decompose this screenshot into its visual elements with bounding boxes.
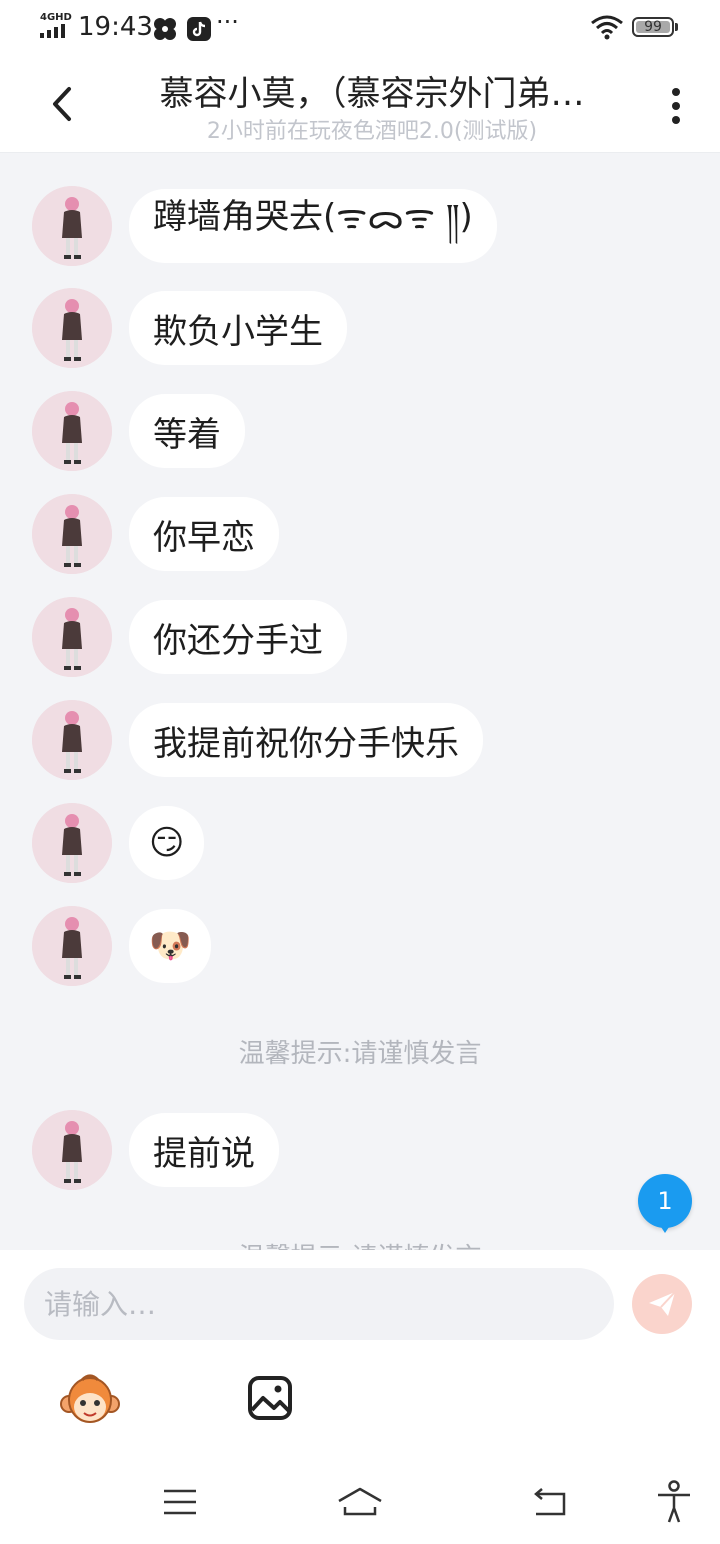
status-bar: 4GHD 19:43 ··· 99 [0, 0, 720, 56]
avatar-image [32, 906, 112, 986]
avatar-image [32, 700, 112, 780]
battery-icon: 99 [632, 17, 674, 37]
avatar[interactable] [32, 597, 112, 677]
avatar[interactable] [32, 494, 112, 574]
message-bubble[interactable]: 蹲墙角哭去(ᯤᯅᯤ ༎) [129, 189, 497, 263]
message-row: 😏 [32, 803, 205, 883]
avatar[interactable] [32, 1110, 112, 1190]
message-row: 我提前祝你分手快乐 [32, 700, 483, 780]
chat-subtitle: 2小时前在玩夜色酒吧2.0(测试版) [206, 119, 538, 144]
avatar-image [32, 597, 112, 677]
message-input[interactable] [24, 1268, 614, 1340]
home-button[interactable] [336, 1478, 384, 1526]
send-button[interactable] [632, 1274, 692, 1334]
emoji-message-bubble[interactable]: 😏 [129, 806, 205, 880]
chat-header: 慕容小莫，（慕容宗外门弟… 2小时前在玩夜色酒吧2.0(测试版) [0, 56, 720, 153]
avatar[interactable] [32, 391, 112, 471]
message-row: 🐶 [32, 906, 212, 986]
paper-plane-icon [649, 1291, 676, 1316]
message-row: 欺负小学生 [32, 288, 347, 368]
avatar-image [32, 1110, 112, 1190]
safety-tip: 温馨提示:请谨慎发言 [0, 1237, 720, 1250]
emoji-message-bubble[interactable]: 🐶 [129, 909, 212, 983]
battery-level: 99 [644, 19, 662, 35]
tiktok-icon [187, 17, 211, 41]
avatar-image [32, 494, 112, 574]
avatar-image [32, 186, 112, 266]
chevron-left-icon [53, 87, 71, 121]
message-bubble[interactable]: 你还分手过 [129, 600, 347, 674]
more-vertical-icon-dot [672, 88, 680, 96]
system-nav-bar [0, 1470, 720, 1544]
message-row: 蹲墙角哭去(ᯤᯅᯤ ༎) [32, 186, 497, 266]
message-bubble[interactable]: 提前说 [129, 1113, 279, 1187]
avatar[interactable] [32, 288, 112, 368]
avatar-image [32, 288, 112, 368]
message-bubble[interactable]: 等着 [129, 394, 245, 468]
home-icon [338, 1487, 382, 1516]
more-options-button[interactable] [656, 82, 696, 130]
unread-count-badge[interactable]: 1 [638, 1174, 692, 1233]
network-type: 4GHD [40, 12, 72, 23]
menu-icon [164, 1489, 196, 1515]
message-list[interactable]: 蹲墙角哭去(ᯤᯅᯤ ༎) 欺负小学生 等着 你早恋 你还分手过 我提前祝你分手快… [0, 153, 720, 1250]
more-vertical-icon-dot [672, 102, 680, 110]
message-bubble[interactable]: 我提前祝你分手快乐 [129, 703, 483, 777]
back-button[interactable] [36, 78, 88, 130]
message-row: 你还分手过 [32, 597, 347, 677]
chat-title: 慕容小莫，（慕容宗外门弟… [159, 74, 585, 114]
avatar[interactable] [32, 906, 112, 986]
avatar[interactable] [32, 700, 112, 780]
composer [0, 1250, 720, 1470]
message-row: 你早恋 [32, 494, 279, 574]
avatar[interactable] [32, 803, 112, 883]
message-row: 等着 [32, 391, 245, 471]
message-bubble[interactable]: 欺负小学生 [129, 291, 347, 365]
back-nav-button[interactable] [524, 1478, 572, 1526]
accessibility-icon [658, 1480, 690, 1523]
clock: 19:43 [78, 12, 153, 42]
wifi-icon [591, 15, 623, 40]
pinwheel-app-icon [154, 18, 176, 40]
more-notifications: ··· [216, 8, 239, 36]
message-bubble[interactable]: 你早恋 [129, 497, 279, 571]
monkey-emoji-icon[interactable] [60, 1372, 120, 1428]
signal-icon [40, 24, 65, 38]
safety-tip: 温馨提示:请谨慎发言 [238, 1039, 482, 1069]
message-row: 提前说 [32, 1110, 279, 1190]
avatar-image [32, 803, 112, 883]
more-vertical-icon-dot [672, 116, 680, 124]
accessibility-button[interactable] [650, 1478, 698, 1526]
image-icon[interactable] [246, 1374, 294, 1422]
menu-button[interactable] [156, 1478, 204, 1526]
back-icon [534, 1488, 566, 1516]
avatar[interactable] [32, 186, 112, 266]
avatar-image [32, 391, 112, 471]
battery-tip [675, 23, 678, 31]
